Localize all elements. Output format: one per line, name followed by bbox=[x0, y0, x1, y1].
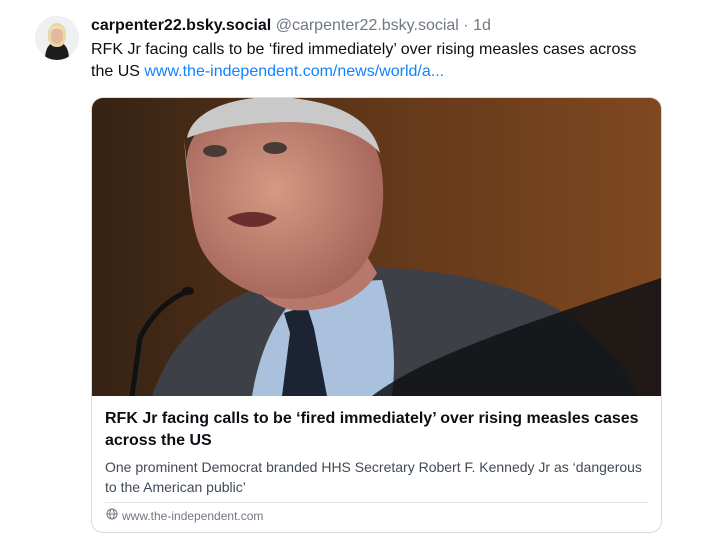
link-card[interactable]: RFK Jr facing calls to be ‘fired immedia… bbox=[91, 97, 662, 533]
card-image bbox=[92, 98, 661, 396]
card-divider bbox=[105, 502, 648, 503]
card-source-domain: www.the-independent.com bbox=[122, 509, 264, 523]
handle[interactable]: @carpenter22.bsky.social bbox=[276, 17, 459, 34]
post-text: RFK Jr facing calls to be ‘fired immedia… bbox=[91, 39, 651, 83]
post-link[interactable]: www.the-independent.com/news/world/a... bbox=[144, 63, 444, 80]
avatar-image bbox=[35, 16, 79, 60]
post: carpenter22.bsky.social @carpenter22.bsk… bbox=[0, 0, 710, 560]
card-body: RFK Jr facing calls to be ‘fired immedia… bbox=[105, 408, 650, 497]
news-photo bbox=[92, 98, 661, 396]
post-header: carpenter22.bsky.social @carpenter22.bsk… bbox=[91, 15, 666, 37]
separator-dot: · bbox=[463, 17, 469, 34]
globe-icon bbox=[106, 508, 118, 524]
card-title: RFK Jr facing calls to be ‘fired immedia… bbox=[105, 410, 639, 449]
post-timestamp[interactable]: 1d bbox=[473, 17, 491, 34]
card-description: One prominent Democrat branded HHS Secre… bbox=[105, 459, 642, 495]
display-name[interactable]: carpenter22.bsky.social bbox=[91, 17, 271, 34]
card-source: www.the-independent.com bbox=[106, 508, 263, 524]
avatar[interactable] bbox=[35, 16, 79, 60]
post-content: carpenter22.bsky.social @carpenter22.bsk… bbox=[91, 15, 666, 533]
